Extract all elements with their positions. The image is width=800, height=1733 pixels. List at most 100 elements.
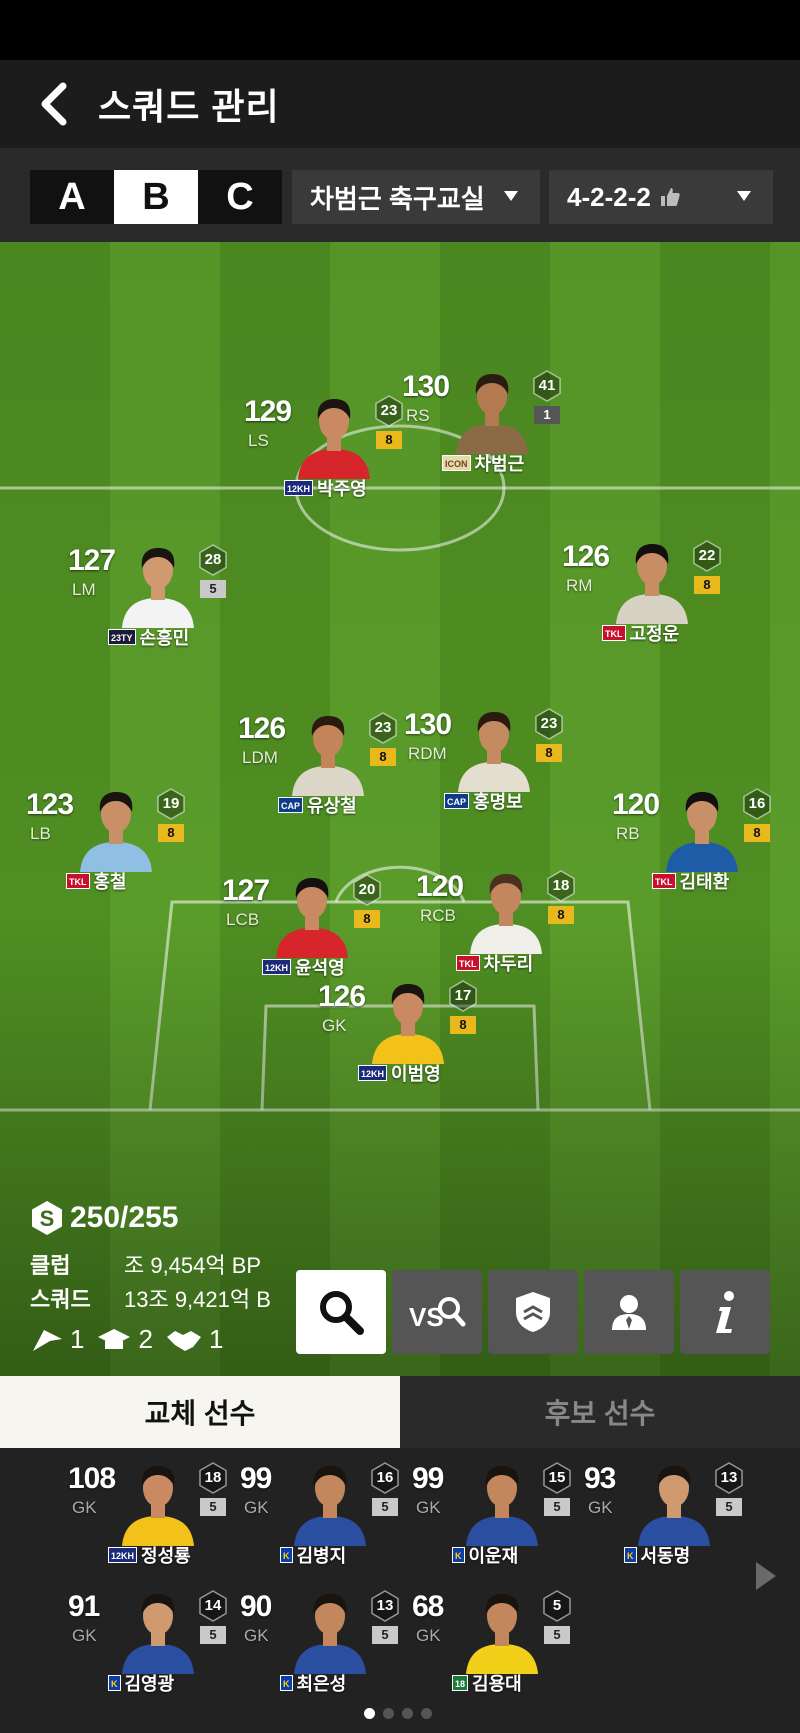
bench-player-card[interactable]: 93 GK 13 5 K 서동명 <box>584 1458 754 1568</box>
player-ovr: 127 <box>222 874 270 907</box>
starters-player-card[interactable]: 126 GK 17 8 12KH 이범영 <box>318 976 488 1086</box>
starters-player-card[interactable]: 130 RDM 23 8 CAP 홍명보 <box>404 704 574 814</box>
player-name-row: 12KH 이범영 <box>358 1062 441 1084</box>
season-badge: K <box>280 1547 293 1563</box>
player-name: 차두리 <box>483 954 534 974</box>
salary-s-icon: S <box>32 1201 62 1235</box>
bench-player-card[interactable]: 99 GK 16 5 K 김병지 <box>240 1458 410 1568</box>
player-photo <box>372 984 444 1064</box>
player-name: 최은성 <box>296 1674 347 1694</box>
formation-dropdown[interactable]: 4-2-2-2 <box>549 170 773 224</box>
player-ovr: 90 <box>240 1590 272 1623</box>
season-badge: TKL <box>66 873 90 889</box>
chemistry-hex-icon <box>371 1462 399 1494</box>
player-position: GK <box>588 1498 613 1517</box>
back-button[interactable] <box>24 74 84 134</box>
bench-player-card[interactable]: 90 GK 13 5 K 최은성 <box>240 1586 410 1696</box>
player-name: 홍철 <box>93 872 127 892</box>
player-name-row: K 김병지 <box>280 1544 346 1566</box>
player-name-row: K 서동명 <box>624 1544 690 1566</box>
starters-player-card[interactable]: 127 LM 28 5 23TY 손흥민 <box>68 540 238 650</box>
tab-reserves[interactable]: 후보 선수 <box>400 1376 800 1448</box>
manager-button[interactable] <box>584 1270 674 1354</box>
player-ovr: 120 <box>416 870 464 903</box>
player-photo <box>294 1466 366 1546</box>
salary-cap: S 250/255 <box>30 1200 178 1236</box>
season-badge: ICON <box>442 455 471 471</box>
player-name-row: 12KH 정성룡 <box>108 1544 191 1566</box>
tab-squad-a[interactable]: A <box>30 170 114 224</box>
starters-player-card[interactable]: 126 RM 22 8 TKL 고정운 <box>562 536 732 646</box>
season-badge: 12KH <box>284 480 314 496</box>
player-photo <box>456 374 528 454</box>
player-level: 8 <box>744 824 770 842</box>
player-position: LDM <box>242 748 278 767</box>
bench-player-card[interactable]: 68 GK 5 5 18 김용대 <box>412 1586 582 1696</box>
player-name-row: TKL 차두리 <box>456 952 533 974</box>
player-ovr: 130 <box>404 708 452 741</box>
player-name: 김용대 <box>472 1674 522 1694</box>
page-dot[interactable] <box>421 1708 432 1719</box>
squad-label: 스쿼드 <box>30 1287 91 1312</box>
player-ovr: 126 <box>318 980 366 1013</box>
player-name: 차범근 <box>474 454 525 474</box>
player-photo <box>122 1594 194 1674</box>
starters-player-card[interactable]: 120 RB 16 8 TKL 김태환 <box>612 784 782 894</box>
player-ovr: 130 <box>402 370 450 403</box>
starters-player-card[interactable]: 126 LDM 23 8 CAP 유상철 <box>238 708 408 818</box>
player-name-row: K 김영광 <box>108 1672 174 1694</box>
page-dot[interactable] <box>364 1708 375 1719</box>
season-badge: TKL <box>652 873 676 889</box>
chemistry-hex-icon <box>533 370 561 402</box>
season-badge: 12KH <box>108 1547 138 1563</box>
player-position: RCB <box>420 906 456 925</box>
starters-player-card[interactable]: 123 LB 19 8 TKL 홍철 <box>26 784 196 894</box>
page-indicator <box>364 1708 440 1719</box>
info-button[interactable] <box>680 1270 770 1354</box>
search-button[interactable] <box>296 1270 386 1354</box>
season-badge: 12KH <box>262 959 292 975</box>
compare-button[interactable]: VS <box>392 1270 482 1354</box>
team-dropdown[interactable]: 차범근 축구교실 <box>292 170 540 224</box>
player-position: GK <box>72 1626 97 1645</box>
squad-value-row: 스쿼드 13조 9,421억 B <box>30 1282 274 1314</box>
player-level: 8 <box>536 744 562 762</box>
bench-panel: 108 GK 18 5 12KH 정성룡 99 GK 16 5 K 김병지 99 GK 15 5 K 이운재 93 G… <box>0 1448 800 1733</box>
player-position: RDM <box>408 744 447 763</box>
player-ovr: 126 <box>238 712 286 745</box>
chemistry-hex-icon <box>693 540 721 572</box>
bench-player-card[interactable]: 91 GK 14 5 K 김영광 <box>68 1586 238 1696</box>
starters-player-card[interactable]: 127 LCB 20 8 12KH 윤석영 <box>222 870 392 980</box>
team-color-button[interactable] <box>488 1270 578 1354</box>
player-position: GK <box>72 1498 97 1517</box>
next-page-arrow-icon[interactable] <box>754 1560 778 1592</box>
player-level: 5 <box>544 1498 570 1516</box>
chemistry-hex-icon <box>199 544 227 576</box>
bench-player-card[interactable]: 99 GK 15 5 K 이운재 <box>412 1458 582 1568</box>
player-level: 8 <box>450 1016 476 1034</box>
player-name-row: CAP 유상철 <box>278 794 357 816</box>
squad-toolbar: A B C 차범근 축구교실 4-2-2-2 <box>0 148 800 242</box>
player-photo <box>292 716 364 796</box>
chem-flag-count: 1 <box>70 1324 85 1354</box>
player-level: 8 <box>376 431 402 449</box>
versus-search-icon: VS <box>409 1297 466 1332</box>
starters-player-card[interactable]: 129 LS 23 8 12KH 박주영 <box>244 391 414 501</box>
starters-player-card[interactable]: 120 RCB 18 8 TKL 차두리 <box>416 866 586 976</box>
player-photo <box>294 1594 366 1674</box>
tab-squad-b[interactable]: B <box>114 170 198 224</box>
player-name: 이범영 <box>391 1064 441 1084</box>
season-badge: 18 <box>452 1675 469 1691</box>
shield-icon <box>516 1292 550 1332</box>
player-ovr: 126 <box>562 540 610 573</box>
season-badge: K <box>108 1675 121 1691</box>
player-name: 이운재 <box>468 1546 519 1566</box>
bench-player-card[interactable]: 108 GK 18 5 12KH 정성룡 <box>68 1458 238 1568</box>
starters-player-card[interactable]: 130 RS 41 1 ICON 차범근 <box>402 366 572 476</box>
chem-grad-count: 2 <box>138 1324 153 1354</box>
tab-substitutes[interactable]: 교체 선수 <box>0 1376 400 1448</box>
page-dot[interactable] <box>383 1708 394 1719</box>
tab-squad-c[interactable]: C <box>198 170 282 224</box>
player-name-row: TKL 김태환 <box>652 870 729 892</box>
page-dot[interactable] <box>402 1708 413 1719</box>
